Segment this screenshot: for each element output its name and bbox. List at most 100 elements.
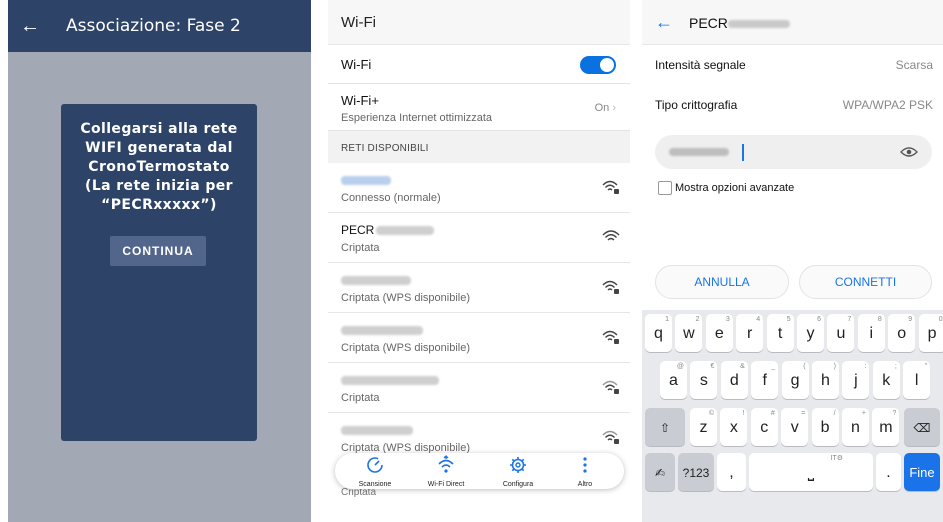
key-x[interactable]: x! [720,408,748,446]
wifi-direct-button[interactable]: Wi-Fi Direct [414,455,478,488]
network-ssid [341,423,413,437]
wifi-signal-lock-icon [602,430,619,444]
wifi-signal-lock-icon [602,380,619,394]
app-bar: ← PECR [642,0,943,45]
wifi-plus-row[interactable]: Wi-Fi+ Esperienza Internet ottimizzata O… [328,84,630,131]
network-item[interactable]: Criptata (WPS disponibile) [328,263,630,313]
key-p[interactable]: p0 [918,314,943,352]
more-vert-icon [583,457,587,473]
key-q[interactable]: q1 [645,314,672,352]
toggle-knob [600,58,614,72]
scan-button[interactable]: Scansione [343,455,407,488]
text-caret [742,144,744,161]
key-i[interactable]: i8 [857,314,885,352]
checkbox[interactable] [658,181,672,195]
encryption-row: Tipo crittografia WPA/WPA2 PSK [655,98,933,112]
network-item[interactable]: PECR Criptata [328,213,630,263]
key-z[interactable]: z © [690,408,717,446]
back-arrow-icon[interactable]: ← [8,0,52,52]
key-s[interactable]: s € [690,361,718,399]
password-value [669,148,729,156]
key-y[interactable]: y6 [797,314,824,352]
more-button[interactable]: Altro [553,455,617,488]
network-status: Criptata [341,392,380,404]
scan-icon [367,457,383,473]
key-d[interactable]: d & [720,361,748,399]
advanced-options-checkbox[interactable]: Mostra opzioni avanzate [658,181,794,195]
period-key[interactable]: . [876,453,901,491]
key-w[interactable]: w2 [675,314,703,352]
continue-button[interactable]: CONTINUA [110,236,206,266]
key-t[interactable]: t5 [766,314,794,352]
network-status: Criptata [341,242,380,254]
space-key[interactable]: ⎵ IT⚙ [749,453,873,491]
key-k[interactable]: k; [872,361,900,399]
network-status: Criptata (WPS disponibile) [341,342,470,354]
instruction-message: Collegarsi alla rete WIFI generata dal C… [80,121,238,213]
wifi-toggle[interactable] [580,56,616,74]
numeric-key[interactable]: ?123 [678,453,714,491]
network-status: Criptata (WPS disponibile) [341,292,470,304]
wifi-direct-icon [438,455,454,473]
connect-button[interactable]: CONNETTI [799,265,932,299]
wifi-signal-lock-icon [602,330,619,344]
bottom-action-bar: Scansione Wi-Fi Direct Configura Altro [335,453,624,489]
key-r[interactable]: r4 [736,314,764,352]
shift-key[interactable]: ⇧ [645,408,685,446]
page-title: PECR [689,15,790,31]
wifi-plus-label: Wi-Fi+ [341,93,379,108]
wifi-signal-lock-icon [602,180,619,194]
network-ssid [341,323,423,337]
key-c[interactable]: c # [750,408,778,446]
key-o[interactable]: o9 [888,314,916,352]
signal-row: Intensità segnale Scarsa [655,58,933,72]
cancel-button[interactable]: ANNULLA [655,265,789,299]
key-j[interactable]: j: [842,361,870,399]
app-bar: ← Associazione: Fase 2 [8,0,311,52]
key-n[interactable]: n + [842,408,869,446]
chevron-right-icon: › [612,102,616,114]
key-u[interactable]: u7 [827,314,855,352]
handwriting-icon[interactable]: ✍ [645,453,675,491]
key-h[interactable]: h) [812,361,839,399]
wifi-signal-lock-icon [602,280,619,294]
done-key[interactable]: Fine [904,453,940,491]
instruction-dialog: Collegarsi alla rete WIFI generata dal C… [61,104,257,441]
key-e[interactable]: e3 [705,314,733,352]
wifi-plus-value: On › [594,102,616,114]
key-m[interactable]: m? [872,408,900,446]
wifi-signal-icon [602,230,620,241]
key-l[interactable]: l " [903,361,931,399]
on-screen-keyboard: q 1 w 2 e 3 r 4 t 5 y 6 u 7 i 8 o 9 p 0 a @ s € d & f _ g(h) j: k; l " ⇧ z… [642,310,943,522]
network-ssid [341,173,391,187]
back-arrow-icon[interactable]: ← [655,12,673,33]
network-item[interactable]: Connesso (normale) [328,163,630,213]
wifi-toggle-row[interactable]: Wi-Fi [328,45,630,84]
key-v[interactable]: v = [781,408,809,446]
network-status: Connesso (normale) [341,192,441,204]
language-settings-hint: IT⚙ [830,455,844,462]
network-ssid [341,273,411,287]
wifi-settings-screen: Wi-Fi Wi-Fi Wi-Fi+ Esperienza Internet o… [328,0,630,522]
key-b[interactable]: b / [811,408,839,446]
association-screen: ← Associazione: Fase 2 Collegarsi alla r… [8,0,311,522]
key-f[interactable]: f _ [751,361,779,399]
network-item[interactable]: Criptata (WPS disponibile) [328,313,630,363]
page-title: Wi-Fi [328,0,630,45]
gear-icon [510,457,526,473]
eye-icon[interactable] [900,145,918,159]
password-field[interactable] [655,135,932,169]
wifi-plus-subtitle: Esperienza Internet ottimizzata [341,112,493,124]
backspace-icon[interactable]: ⌫ [904,408,940,446]
wifi-connect-screen: ← PECR Intensità segnale Scarsa Tipo cri… [642,0,943,522]
section-header: RETI DISPONIBILI [328,131,630,163]
network-ssid [341,373,439,387]
network-ssid: PECR [341,223,435,237]
key-g[interactable]: g( [781,361,809,399]
network-item[interactable]: Criptata [328,363,630,413]
page-title: Associazione: Fase 2 [66,16,241,36]
configure-button[interactable]: Configura [486,455,550,488]
wifi-label: Wi-Fi [341,57,372,72]
key-a[interactable]: a @ [660,361,687,399]
comma-key[interactable]: , [717,453,746,491]
